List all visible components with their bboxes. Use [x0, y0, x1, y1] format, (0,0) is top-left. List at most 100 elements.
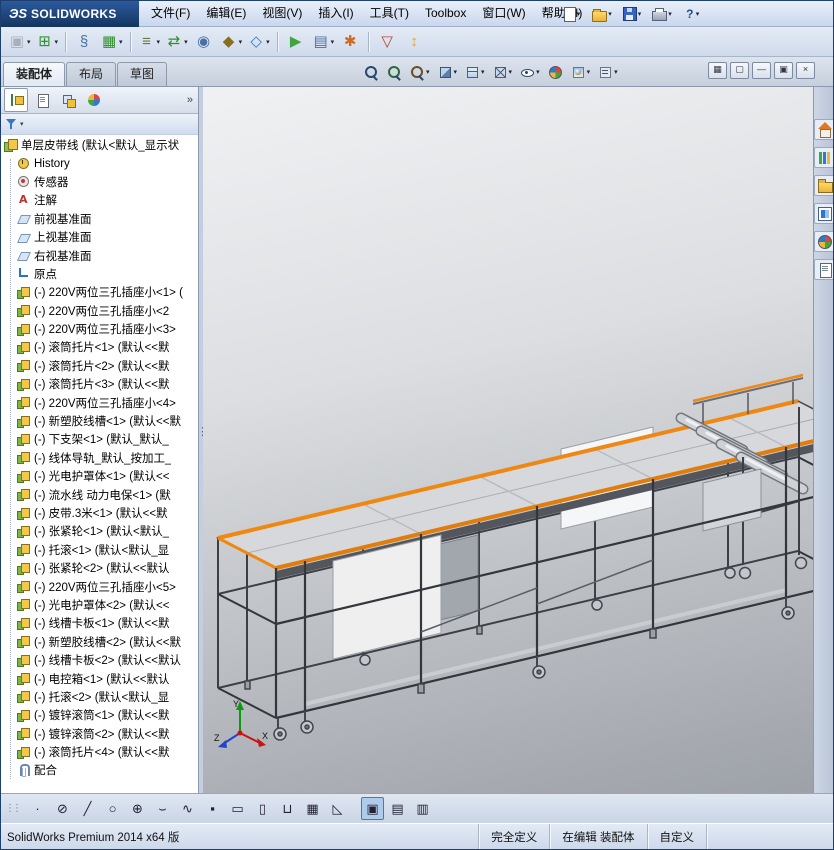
appearances-scenes-button[interactable] — [814, 231, 833, 252]
arc-tool-button[interactable]: ⌣ — [151, 797, 174, 820]
tree-item-16[interactable]: (-) 线体导轨_默认_按加工_ — [1, 449, 198, 467]
menu-item-2[interactable]: 视图(V) — [254, 1, 310, 26]
displaymanager-tab[interactable] — [82, 88, 106, 112]
menu-item-3[interactable]: 插入(I) — [310, 1, 361, 26]
tab-layout[interactable]: 布局 — [66, 62, 117, 86]
window-minimize-button[interactable]: — — [752, 62, 771, 79]
window-close-button[interactable]: × — [796, 62, 815, 79]
tree-item-14[interactable]: (-) 新塑胶线槽<1> (默认<<默 — [1, 412, 198, 430]
view-palette-button[interactable] — [814, 203, 833, 224]
straight-slot-tool-button[interactable]: ⊔ — [276, 797, 299, 820]
spline-tool-button[interactable]: ∿ — [176, 797, 199, 820]
linear-component-pattern-button[interactable]: ▦ ▾ — [98, 29, 125, 55]
tree-item-30[interactable]: (-) 镀锌滚筒<1> (默认<<默 — [1, 706, 198, 724]
tree-item-7[interactable]: (-) 220V两位三孔插座小<1> ( — [1, 283, 198, 301]
hide-show-items-button[interactable]: ▾ — [517, 60, 543, 84]
design-library-button[interactable] — [814, 147, 833, 168]
file-explorer-button[interactable] — [814, 175, 833, 196]
custom-properties-button[interactable] — [814, 259, 833, 280]
tree-item-24[interactable]: (-) 光电护罩体<2> (默认<< — [1, 596, 198, 614]
zoom-to-area-button[interactable] — [384, 60, 405, 84]
tree-item-3[interactable]: 前视基准面 — [1, 210, 198, 228]
tree-item-4[interactable]: 上视基准面 — [1, 228, 198, 246]
previous-view-button[interactable]: ▾ — [407, 60, 433, 84]
design-table-tool-button[interactable]: ▤ — [386, 797, 409, 820]
menu-item-6[interactable]: 窗口(W) — [474, 1, 533, 26]
tree-item-5[interactable]: 右视基准面 — [1, 246, 198, 264]
configurationmanager-tab[interactable] — [56, 88, 80, 112]
open-document-button[interactable]: ▾ — [589, 1, 615, 27]
graphics-viewport[interactable]: Y X Z — [203, 87, 813, 793]
rectangle-tool-button[interactable]: ▭ — [226, 797, 249, 820]
featuremanager-overflow-button[interactable]: » — [187, 94, 193, 106]
propertymanager-tab[interactable] — [30, 88, 54, 112]
tree-item-31[interactable]: (-) 镀锌滚筒<2> (默认<<默 — [1, 725, 198, 743]
filter-dropdown-arrow[interactable]: ▾ — [20, 120, 24, 128]
tree-item-23[interactable]: (-) 220V两位三孔插座小<5> — [1, 577, 198, 595]
tree-item-13[interactable]: (-) 220V两位三孔插座小<4> — [1, 393, 198, 411]
model-end-casters[interactable] — [738, 556, 808, 580]
tree-item-2[interactable]: 注解 — [1, 191, 198, 209]
point-tool-button[interactable]: ▪ — [201, 797, 224, 820]
menu-item-1[interactable]: 编辑(E) — [198, 1, 254, 26]
bill-of-materials-button[interactable]: ▤ ▾ — [310, 29, 337, 55]
model-back-casters[interactable] — [244, 567, 736, 690]
tree-item-26[interactable]: (-) 新塑胶线槽<2> (默认<<默 — [1, 633, 198, 651]
tree-item-27[interactable]: (-) 线槽卡板<2> (默认<<默认 — [1, 651, 198, 669]
tree-item-22[interactable]: (-) 张紧轮<2> (默认<<默认 — [1, 559, 198, 577]
select-tool-button[interactable]: · — [26, 797, 49, 820]
tab-sketch[interactable]: 草图 — [117, 62, 168, 86]
slot-tool-button[interactable]: ⊘ — [51, 797, 74, 820]
tree-item-15[interactable]: (-) 下支架<1> (默认_默认_ — [1, 430, 198, 448]
model-canvas[interactable] — [203, 87, 813, 793]
tree-item-25[interactable]: (-) 线槽卡板<1> (默认<<默 — [1, 614, 198, 632]
view-orientation-button[interactable]: ▾ — [462, 60, 488, 84]
tree-item-1[interactable]: 传感器 — [1, 173, 198, 191]
tab-assembly[interactable]: 装配体 — [3, 62, 66, 86]
sketch-toggle-button[interactable]: ▣ — [361, 797, 384, 820]
chamfer-tool-button[interactable]: ◺ — [326, 797, 349, 820]
tree-root-item[interactable]: 单层皮带线 (默认<默认_显示状 — [1, 136, 198, 154]
grid-pattern-tool-button[interactable]: ▦ — [301, 797, 324, 820]
view-settings-button[interactable]: ▾ — [595, 60, 621, 84]
section-view-button[interactable]: ▾ — [435, 60, 461, 84]
menu-item-0[interactable]: 文件(F) — [143, 1, 198, 26]
display-style-button[interactable]: ▾ — [490, 60, 516, 84]
assembly-features-button[interactable]: ◆ ▾ — [218, 29, 245, 55]
menu-item-5[interactable]: Toolbox — [417, 1, 474, 26]
reference-geometry-button[interactable]: ◇ ▾ — [245, 29, 272, 55]
line-tool-button[interactable]: ╱ — [76, 797, 99, 820]
toolbar-grip[interactable]: ⋮⋮ — [5, 803, 22, 814]
new-document-button[interactable]: ▾ — [559, 1, 585, 27]
edit-component-button[interactable]: ▣ ▾ — [6, 29, 33, 55]
window-new-button[interactable]: ▦ — [708, 62, 727, 79]
exploded-view-button[interactable]: ✱ — [337, 29, 363, 55]
tree-item-21[interactable]: (-) 托滚<1> (默认<默认_显 — [1, 541, 198, 559]
zoom-to-fit-button[interactable] — [361, 60, 382, 84]
save-document-button[interactable]: ▾ — [619, 1, 645, 27]
status-custom[interactable]: 自定义 — [646, 824, 707, 849]
window-cascade-button[interactable]: ▢ — [730, 62, 749, 79]
help-button[interactable]: ? ▾ — [679, 1, 705, 27]
featuremanager-tab[interactable] — [4, 88, 28, 112]
tree-item-18[interactable]: (-) 流水线 动力电保<1> (默 — [1, 485, 198, 503]
show-hidden-components-button[interactable]: ◉ — [191, 29, 217, 55]
move-component-button[interactable]: ⇄ ▾ — [163, 29, 190, 55]
tree-item-32[interactable]: (-) 滚筒托片<4> (默认<<默 — [1, 743, 198, 761]
tree-item-19[interactable]: (-) 皮带.3米<1> (默认<<默 — [1, 504, 198, 522]
tree-item-12[interactable]: (-) 滚筒托片<3> (默认<<默 — [1, 375, 198, 393]
window-restore-button[interactable]: ▣ — [774, 62, 793, 79]
smart-fasteners-button[interactable]: ≡ ▾ — [136, 29, 163, 55]
parallelogram-tool-button[interactable]: ▯ — [251, 797, 274, 820]
insert-components-button[interactable]: ⊞ ▾ — [34, 29, 61, 55]
apply-scene-button[interactable]: ▾ — [568, 60, 594, 84]
menu-item-4[interactable]: 工具(T) — [362, 1, 417, 26]
tree-item-17[interactable]: (-) 光电护罩体<1> (默认<< — [1, 467, 198, 485]
tree-item-0[interactable]: History — [1, 154, 198, 172]
tree-item-6[interactable]: 原点 — [1, 265, 198, 283]
instant3d-button[interactable]: ↕ — [401, 29, 427, 55]
tree-item-10[interactable]: (-) 滚筒托片<1> (默认<<默 — [1, 338, 198, 356]
circle-tool-button[interactable]: ○ — [101, 797, 124, 820]
tree-item-28[interactable]: (-) 电控箱<1> (默认<<默认 — [1, 669, 198, 687]
evaluate-table-tool-button[interactable]: ▥ — [411, 797, 434, 820]
